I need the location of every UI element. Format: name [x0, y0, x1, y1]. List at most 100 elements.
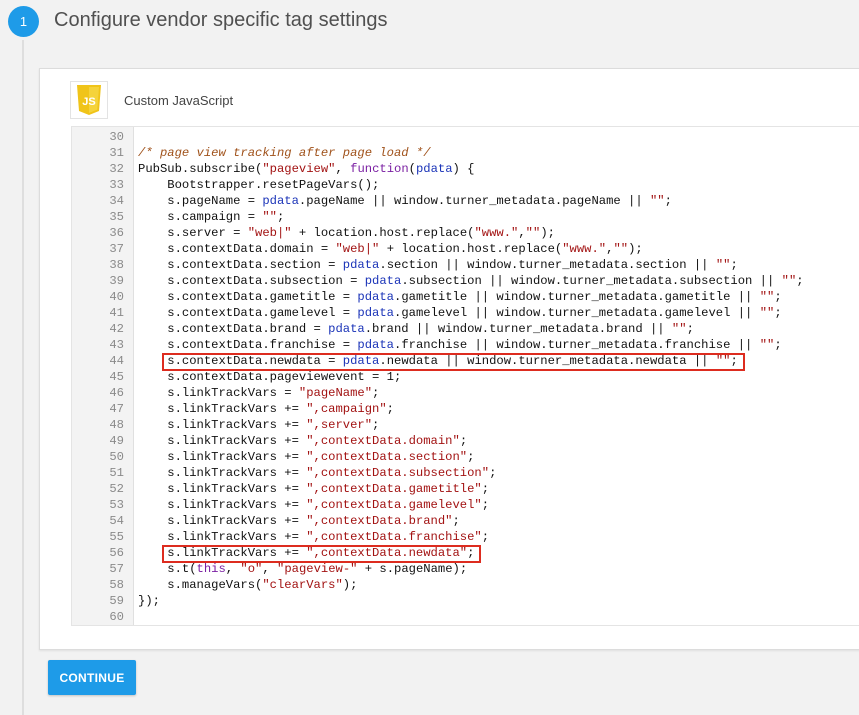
js-icon: JS	[70, 81, 108, 119]
code-line: 34 s.pageName = pdata.pageName || window…	[72, 193, 804, 209]
code-line: 39 s.contextData.subsection = pdata.subs…	[72, 273, 804, 289]
code-token: + location.host.replace(	[291, 226, 475, 240]
code-editor[interactable]: 30 31 /* page view tracking after page loa…	[71, 126, 859, 626]
code-token: ",contextData.brand"	[306, 514, 453, 528]
code-line: 31 /* page view tracking after page load …	[72, 145, 804, 161]
code-line: 41 s.contextData.gamelevel = pdata.gamel…	[72, 305, 804, 321]
code-line: 49 s.linkTrackVars += ",contextData.doma…	[72, 433, 804, 449]
tag-header: JS Custom JavaScript	[70, 79, 233, 121]
line-number: 38	[109, 258, 124, 272]
line-source: /* page view tracking after page load */	[124, 145, 431, 161]
line-number: 32	[109, 162, 124, 176]
line-source: s.contextData.domain = "web|" + location…	[124, 241, 643, 257]
line-source: s.t(this, "o", "pageview-" + s.pageName)…	[124, 561, 467, 577]
code-token: ;	[730, 354, 738, 368]
code-token: "pageview"	[262, 162, 336, 176]
line-source: s.linkTrackVars += ",contextData.section…	[124, 449, 474, 465]
code-token: pdata	[328, 322, 365, 336]
code-token: .gametitle || window.turner_metadata.gam…	[394, 290, 760, 304]
code-line: 52 s.linkTrackVars += ",contextData.game…	[72, 481, 804, 497]
code-token: ",campaign"	[306, 402, 387, 416]
line-source: s.contextData.gamelevel = pdata.gameleve…	[124, 305, 782, 321]
line-number: 57	[109, 562, 124, 576]
code-token: s.linkTrackVars +=	[138, 498, 307, 512]
line-source: s.linkTrackVars += ",contextData.domain"…	[124, 433, 467, 449]
code-token: ""	[262, 210, 277, 224]
code-token: ",contextData.subsection"	[306, 466, 490, 480]
code-line: 36 s.server = "web|" + location.host.rep…	[72, 225, 804, 241]
code-token: PubSub.subscribe(	[138, 162, 263, 176]
code-token: s.linkTrackVars +=	[138, 434, 307, 448]
code-token: s.linkTrackVars +=	[138, 418, 307, 432]
code-token: s.campaign =	[138, 210, 263, 224]
code-line: 55 s.linkTrackVars += ",contextData.fran…	[72, 529, 804, 545]
line-source: s.linkTrackVars = "pageName";	[124, 385, 379, 401]
code-token: "pageName"	[298, 386, 373, 400]
code-token: ;	[481, 530, 490, 544]
code-line: 40 s.contextData.gametitle = pdata.gamet…	[72, 289, 804, 305]
line-number: 53	[109, 498, 124, 512]
code-line: 50 s.linkTrackVars += ",contextData.sect…	[72, 449, 804, 465]
line-number: 50	[109, 450, 124, 464]
line-number: 48	[109, 418, 124, 432]
line-number: 30	[109, 130, 124, 144]
code-token: .subsection || window.turner_metadata.su…	[401, 274, 782, 288]
code-line: 45 s.contextData.pageviewevent = 1;	[72, 369, 804, 385]
line-number: 47	[109, 402, 124, 416]
code-token: ""	[649, 194, 665, 208]
line-number: 40	[109, 290, 124, 304]
line-number: 58	[109, 578, 124, 592]
code-token: );	[540, 226, 555, 240]
code-token: s.contextData.brand =	[138, 322, 329, 336]
code-line: 48 s.linkTrackVars += ",server";	[72, 417, 804, 433]
code-token: pdata	[357, 306, 394, 320]
code-token: Bootstrapper.resetPageVars();	[138, 178, 380, 192]
code-token: });	[138, 594, 160, 608]
code-token: + location.host.replace(	[379, 242, 563, 256]
code-token: ""	[759, 306, 775, 320]
code-token: ",contextData.domain"	[306, 434, 460, 448]
line-number: 60	[109, 610, 124, 624]
code-token: ",contextData.gametitle"	[306, 482, 482, 496]
code-token: s.linkTrackVars +=	[138, 466, 307, 480]
line-number: 54	[109, 514, 124, 528]
code-token: ;	[467, 546, 475, 560]
code-line: 38 s.contextData.section = pdata.section…	[72, 257, 804, 273]
line-number: 35	[109, 210, 124, 224]
line-source	[124, 129, 138, 145]
code-content[interactable]: 30 31 /* page view tracking after page loa…	[72, 127, 804, 625]
line-source: s.manageVars("clearVars");	[124, 577, 357, 593]
line-source: s.campaign = "";	[124, 209, 284, 225]
code-line: 35 s.campaign = "";	[72, 209, 804, 225]
code-token: pdata	[342, 354, 380, 368]
code-token: ",server"	[306, 418, 373, 432]
code-token: s.contextData.franchise =	[138, 338, 358, 352]
code-token: ;	[774, 306, 782, 320]
step-connector-line	[22, 40, 24, 715]
line-source: s.linkTrackVars += ",contextData.brand";	[124, 513, 460, 529]
line-source: s.linkTrackVars += ",contextData.gamelev…	[124, 497, 489, 513]
line-number: 52	[109, 482, 124, 496]
code-token: ;	[774, 290, 782, 304]
step-title: Configure vendor specific tag settings	[54, 9, 388, 31]
code-token: ""	[525, 226, 541, 240]
code-line: 30	[72, 129, 804, 145]
code-token: s.linkTrackVars +=	[138, 514, 307, 528]
line-source: s.pageName = pdata.pageName || window.tu…	[124, 193, 672, 209]
code-token: ;	[467, 450, 475, 464]
code-token: );	[628, 242, 643, 256]
code-token: "clearVars"	[262, 578, 343, 592]
code-token: ;	[796, 274, 804, 288]
code-token: ;	[730, 258, 738, 272]
code-token: ;	[664, 194, 672, 208]
line-number: 34	[109, 194, 124, 208]
code-token: ""	[759, 338, 775, 352]
code-line: 57 s.t(this, "o", "pageview-" + s.pageNa…	[72, 561, 804, 577]
code-token: ""	[715, 354, 731, 368]
continue-button[interactable]: CONTINUE	[48, 660, 136, 695]
code-token: s.t(	[138, 562, 197, 576]
line-source: s.contextData.pageviewevent = 1;	[124, 369, 401, 385]
code-token: s.contextData.gamelevel =	[138, 306, 358, 320]
code-token: "o"	[240, 562, 263, 576]
code-token: ;	[372, 418, 380, 432]
